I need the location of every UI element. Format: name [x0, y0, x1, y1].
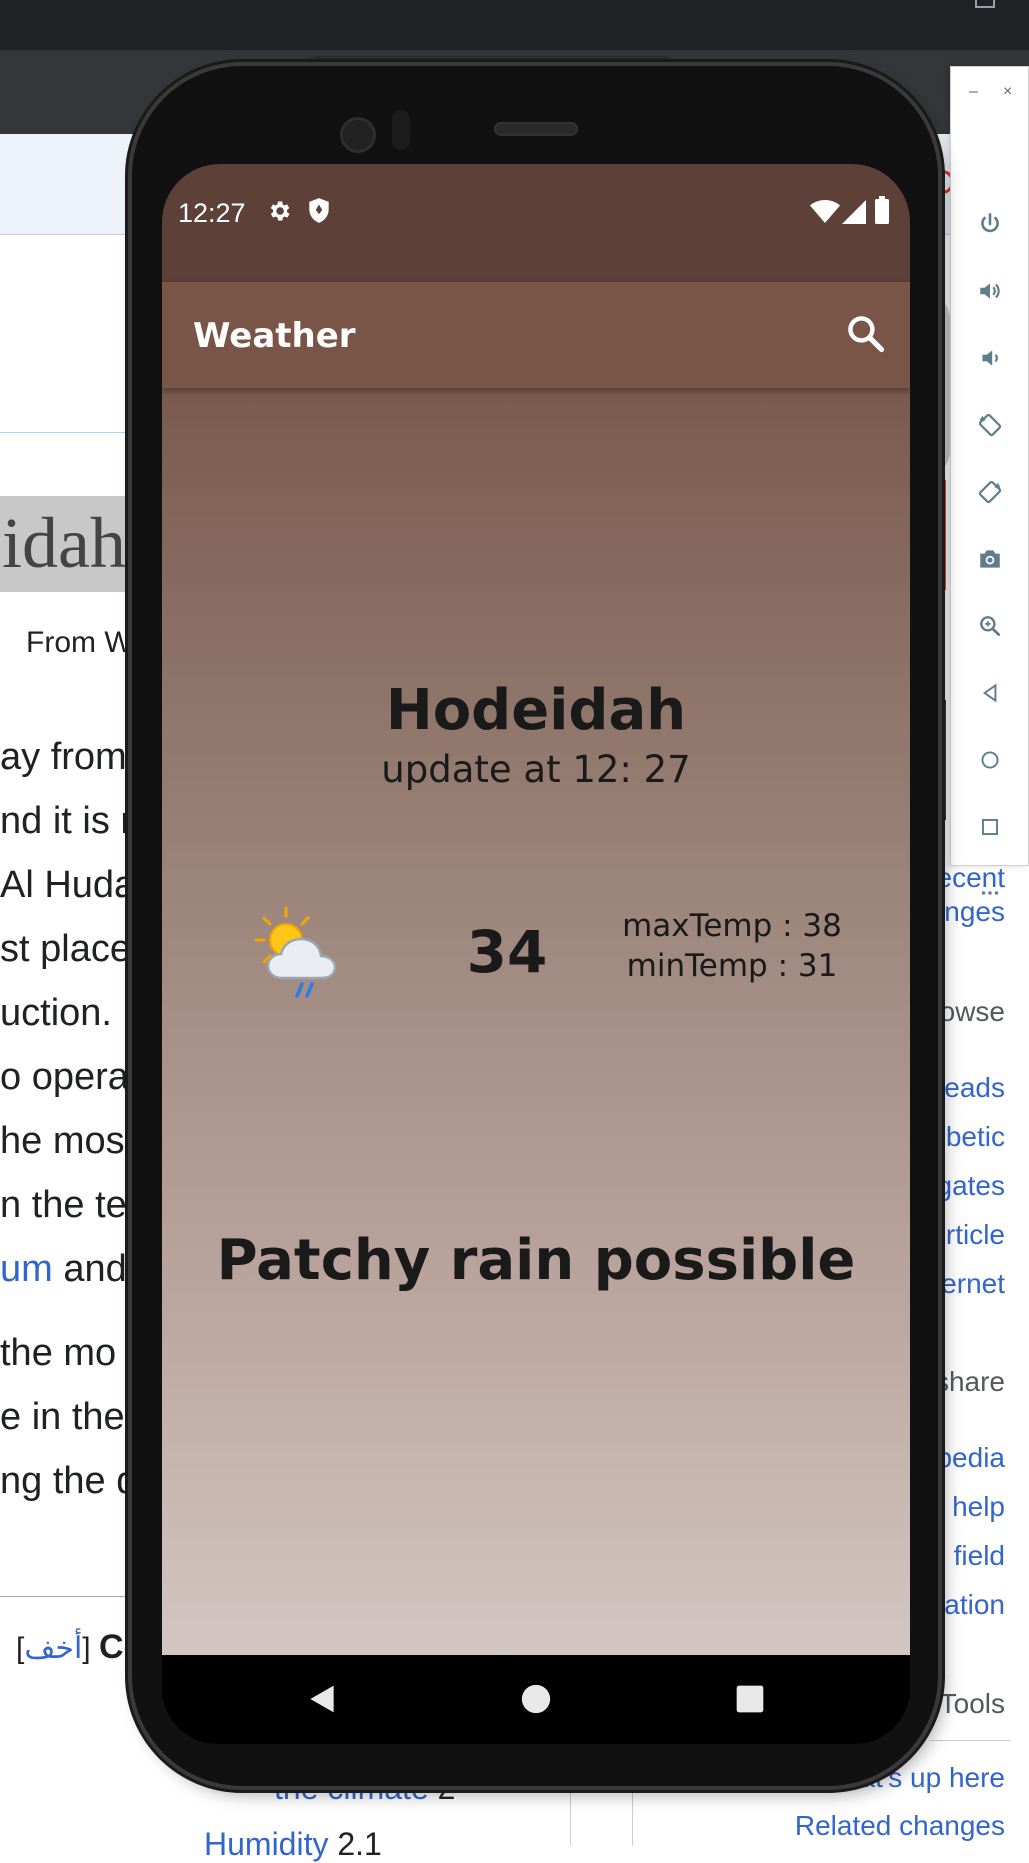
emulator-toolbar: – × [950, 66, 1029, 895]
shield-icon [309, 198, 329, 223]
close-icon[interactable]: × [1003, 83, 1012, 101]
overview-icon[interactable] [971, 808, 1009, 846]
sidebar-link[interactable]: ation [944, 1589, 1005, 1621]
sidebar-link[interactable]: reads [935, 1072, 1005, 1104]
sidebar-heading: owse [939, 996, 1005, 1027]
power-icon[interactable] [971, 205, 1009, 243]
sidebar-link[interactable]: pedia [936, 1442, 1005, 1474]
proximity-sensor [392, 110, 410, 150]
temperature-range: maxTemp : 38 minTemp : 31 [582, 906, 882, 986]
rotate-right-icon[interactable] [971, 473, 1009, 511]
zoom-icon[interactable] [971, 607, 1009, 645]
camera-icon[interactable] [971, 540, 1009, 578]
max-temperature: maxTemp : 38 [622, 908, 842, 944]
article-text-line: e in the [0, 1396, 125, 1438]
divider [0, 432, 140, 433]
article-text-line: ng the d [0, 1460, 138, 1502]
phone-screen: 12:27 Weather Hodeidah update at 12: 27 [162, 164, 910, 1744]
front-camera [340, 117, 376, 153]
patchy-rain-icon [254, 906, 337, 998]
city-name: Hodeidah [385, 678, 687, 743]
search-icon[interactable] [844, 312, 888, 356]
article-title: eidah [0, 496, 140, 592]
navigation-bar [162, 1655, 910, 1744]
weather-condition: Patchy rain possible [216, 1228, 856, 1293]
volume-down-icon[interactable] [971, 339, 1009, 377]
sidebar-link[interactable]: rticle [946, 1219, 1005, 1251]
weather-content: Hodeidah update at 12: 27 34 maxTemp : 3… [162, 388, 910, 1655]
article-text-line: st place [0, 928, 131, 970]
contents-header: [أخف] Co [16, 1628, 145, 1666]
sidebar-link[interactable]: field [954, 1540, 1005, 1572]
app-title: Weather [193, 316, 356, 356]
current-temperature: 34 [466, 918, 548, 986]
article-text-line: Al Huda [0, 864, 136, 906]
minimize-icon[interactable]: – [969, 83, 978, 101]
rotate-left-icon[interactable] [971, 406, 1009, 444]
nav-recents-icon[interactable] [730, 1679, 770, 1719]
article-link[interactable]: um [0, 1248, 53, 1290]
earpiece-speaker [494, 122, 578, 136]
hide-toc-link[interactable]: أخف [24, 1632, 82, 1665]
nav-home-icon[interactable] [516, 1679, 556, 1719]
sidebar-heading: share [934, 1366, 1005, 1397]
divider [570, 1780, 571, 1845]
sidebar-heading: Tools [939, 1688, 1005, 1719]
status-time: 12:27 [178, 198, 246, 228]
volume-up-icon[interactable] [971, 272, 1009, 310]
min-temperature: minTemp : 31 [626, 948, 838, 984]
sidebar-link[interactable]: gates [937, 1170, 1006, 1202]
article-text-line: he most [0, 1120, 136, 1162]
home-icon[interactable] [971, 741, 1009, 779]
divider [930, 1740, 1010, 1741]
update-time: update at 12: 27 [381, 748, 691, 791]
nav-back-icon[interactable] [302, 1679, 342, 1719]
maximize-icon[interactable] [975, 0, 995, 8]
wifi-icon [810, 200, 840, 223]
more-icon[interactable] [971, 874, 1009, 912]
divider [0, 1596, 140, 1597]
article-text-line: o opera [0, 1056, 129, 1098]
sidebar-link[interactable]: Related changes [795, 1810, 1005, 1842]
article-subtitle: From W [26, 626, 133, 659]
article-text-line: n the ter [0, 1184, 140, 1226]
status-bar: 12:27 [162, 164, 910, 282]
back-icon[interactable] [971, 674, 1009, 712]
battery-icon [875, 196, 889, 224]
sidebar-link[interactable]: ernet [941, 1268, 1005, 1300]
divider [632, 1780, 633, 1845]
settings-gear-icon [270, 201, 290, 221]
browser-title-bar [0, 0, 1029, 50]
article-text-line: uction. F [0, 992, 146, 1034]
cellular-signal-icon [842, 200, 866, 224]
sidebar-link[interactable]: help [952, 1491, 1005, 1523]
app-bar: Weather [162, 282, 910, 388]
article-text-line: ay from [0, 736, 127, 778]
article-text-line: the mo [0, 1332, 117, 1374]
sidebar-link[interactable]: betic [946, 1121, 1005, 1153]
